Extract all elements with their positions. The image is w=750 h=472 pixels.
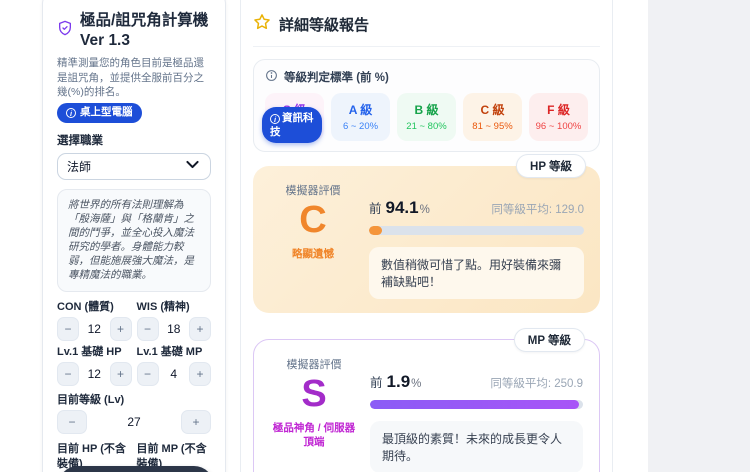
- app-page: 極品/詛咒角計算機 Ver 1.3 精準測量您的角色目前是極品還是詛咒角，並提供…: [0, 0, 750, 472]
- base-mp-value[interactable]: 4: [162, 362, 187, 386]
- con-label: CON (體質): [57, 300, 132, 314]
- device-badge[interactable]: 桌上型電腦: [57, 103, 142, 122]
- level-label: 目前等級 (Lv): [57, 393, 211, 407]
- level-value[interactable]: 27: [90, 410, 178, 434]
- job-description-box: 將世界的所有法則理解為「殷海薩」與「格蘭肯」之間的鬥爭，並全心投入魔法研究的學者…: [57, 189, 211, 292]
- hp-grade-letter: C: [269, 198, 357, 244]
- base-hp-field: Lv.1 基礎 HP − 12 +: [57, 345, 132, 386]
- chevron-down-icon: [184, 156, 201, 176]
- hp-average: 同等級平均: 129.0: [491, 201, 584, 217]
- base-hp-value[interactable]: 12: [82, 362, 107, 386]
- con-plus-button[interactable]: +: [110, 317, 132, 341]
- level-stepper: − 27 +: [57, 410, 211, 434]
- level-minus-button[interactable]: −: [57, 410, 87, 434]
- level-field: 目前等級 (Lv) − 27 +: [57, 393, 211, 434]
- base-mp-plus-button[interactable]: +: [189, 362, 211, 386]
- con-value[interactable]: 12: [82, 317, 107, 341]
- page-background-right: [648, 0, 750, 472]
- grade-criteria-box: 等級判定標準 (前 %) S 級 0 ~ 5% A 級 6 ~ 20% B 級 …: [253, 59, 600, 152]
- shield-check-icon: [57, 20, 73, 41]
- hp-progress-bar: [369, 226, 584, 235]
- hp-comment: 數值稍微可惜了點。用好裝備來彌補缺點吧！: [369, 247, 584, 299]
- base-mp-stepper: − 4 +: [137, 362, 212, 386]
- app-title: 極品/詛咒角計算機 Ver 1.3: [80, 11, 208, 51]
- wis-label: WIS (精神): [137, 300, 212, 314]
- grade-card-a: A 級 6 ~ 20%: [331, 93, 390, 141]
- mp-percent: 前1.9%: [370, 372, 421, 392]
- hp-grade-caption: 略顯遺憾: [269, 247, 357, 262]
- wis-plus-button[interactable]: +: [189, 317, 211, 341]
- wis-value[interactable]: 18: [162, 317, 187, 341]
- hp-grade-tag: HP 等級: [516, 154, 586, 178]
- mp-grade-letter: S: [270, 372, 358, 418]
- report-header: 詳細等級報告: [253, 13, 600, 36]
- info-circle-icon: [265, 69, 278, 85]
- grade-card-f: F 級 96 ~ 100%: [529, 93, 588, 141]
- mp-average: 同等級平均: 250.9: [490, 375, 583, 391]
- wis-stepper: − 18 +: [137, 317, 212, 341]
- con-minus-button[interactable]: −: [57, 317, 79, 341]
- report-panel: 詳細等級報告 等級判定標準 (前 %) S 級 0 ~ 5% A 級 6 ~ 2…: [240, 0, 613, 472]
- con-field: CON (體質) − 12 +: [57, 300, 132, 341]
- divider: [253, 46, 600, 47]
- base-mp-label: Lv.1 基礎 MP: [137, 345, 212, 359]
- criteria-heading-row: 等級判定標準 (前 %): [265, 69, 588, 85]
- s-grade-tooltip: 資訊科技: [262, 107, 322, 143]
- mp-grade-tag: MP 等級: [514, 328, 585, 352]
- calculator-sidebar: 極品/詛咒角計算機 Ver 1.3 精準測量您的角色目前是極品還是詛咒角，並提供…: [42, 0, 226, 472]
- hp-percent: 前94.1%: [369, 198, 430, 218]
- mp-progress-fill: [370, 400, 579, 409]
- job-selected-value: 法師: [67, 158, 91, 175]
- base-hp-stepper: − 12 +: [57, 362, 132, 386]
- hp-progress-fill: [369, 226, 382, 235]
- wis-minus-button[interactable]: −: [137, 317, 159, 341]
- wis-field: WIS (精神) − 18 +: [137, 300, 212, 341]
- hp-grade-card: HP 等級 模擬器評價 C 略顯遺憾 前94.1% 同等級平均: 129.0: [253, 166, 600, 313]
- sidebar-header: 極品/詛咒角計算機 Ver 1.3: [57, 11, 211, 51]
- job-select-label: 選擇職業: [57, 132, 211, 148]
- grade-card-b: B 級 21 ~ 80%: [397, 93, 456, 141]
- base-mp-field: Lv.1 基礎 MP − 4 +: [137, 345, 212, 386]
- mp-grade-card: MP 等級 模擬器評價 S 極品神角 / 伺服器頂端 前1.9% 同等級平均: …: [253, 339, 600, 472]
- mp-comment: 最頂級的素質！未來的成長更令人期待。: [370, 421, 583, 472]
- hp-eval-label: 模擬器評價: [269, 182, 357, 198]
- con-stepper: − 12 +: [57, 317, 132, 341]
- base-hp-label: Lv.1 基礎 HP: [57, 345, 132, 359]
- app-description: 精準測量您的角色目前是極品還是詛咒角，並提供全服前百分之幾(%)的排名。: [57, 56, 211, 101]
- base-hp-plus-button[interactable]: +: [110, 362, 132, 386]
- base-hp-minus-button[interactable]: −: [57, 362, 79, 386]
- mp-eval-label: 模擬器評價: [270, 356, 358, 372]
- level-plus-button[interactable]: +: [181, 410, 211, 434]
- mp-grade-caption: 極品神角 / 伺服器頂端: [270, 421, 358, 450]
- criteria-heading: 等級判定標準 (前 %): [284, 69, 389, 85]
- star-icon: [253, 13, 271, 36]
- base-mp-minus-button[interactable]: −: [137, 362, 159, 386]
- stat-grid: CON (體質) − 12 + WIS (精神) − 18 + Lv.1 基礎 …: [57, 300, 211, 387]
- info-icon: [66, 108, 76, 118]
- report-title: 詳細等級報告: [279, 14, 369, 35]
- info-icon: [270, 114, 280, 124]
- mp-progress-bar: [370, 400, 583, 409]
- job-select[interactable]: 法師: [57, 153, 211, 180]
- grade-card-c: C 級 81 ~ 95%: [463, 93, 522, 141]
- calculate-button[interactable]: [58, 466, 214, 472]
